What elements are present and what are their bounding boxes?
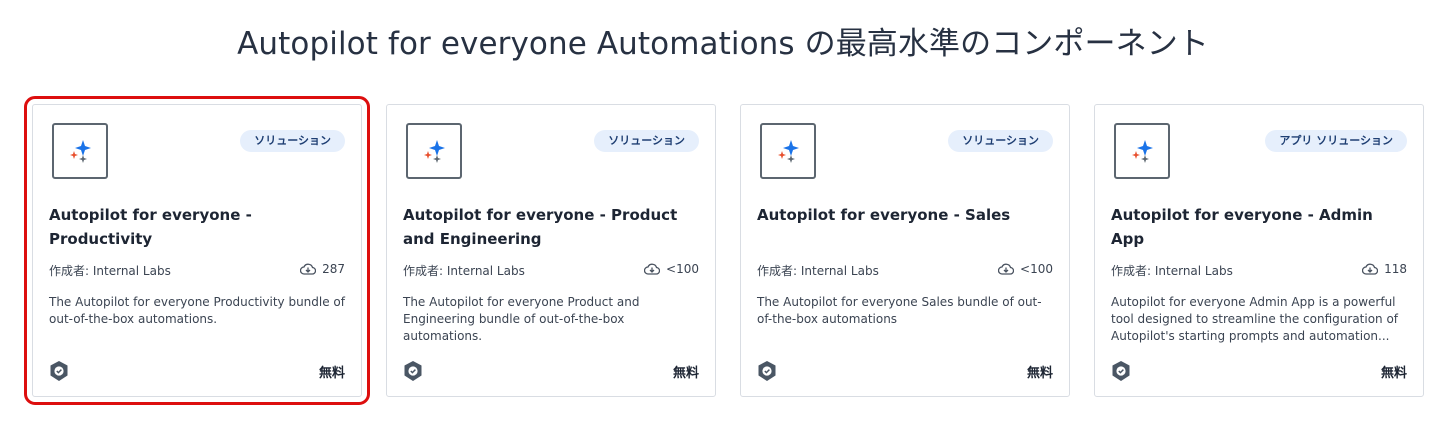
card-description: The Autopilot for everyone Product and E… bbox=[403, 295, 640, 343]
sparkle-icon bbox=[52, 123, 108, 179]
download-count: <100 bbox=[998, 262, 1053, 276]
card-title[interactable]: Autopilot for everyone - Admin App bbox=[1111, 203, 1411, 251]
category-badge: ソリューション bbox=[240, 130, 345, 152]
download-count: 287 bbox=[300, 262, 345, 276]
author-label: 作成者: Internal Labs bbox=[1111, 264, 1233, 278]
download-count: <100 bbox=[644, 262, 699, 276]
card-title[interactable]: Autopilot for everyone - Productivity bbox=[49, 203, 349, 251]
shield-check-icon bbox=[50, 361, 68, 381]
shield-check-icon bbox=[404, 361, 422, 381]
sparkle-icon bbox=[1114, 123, 1170, 179]
category-badge: アプリ ソリューション bbox=[1265, 130, 1407, 152]
cloud-download-icon bbox=[300, 263, 317, 275]
price-label: 無料 bbox=[1380, 366, 1407, 381]
sparkle-icon bbox=[406, 123, 462, 179]
card-description: The Autopilot for everyone Sales bundle … bbox=[757, 295, 1042, 326]
card-description: The Autopilot for everyone Productivity … bbox=[49, 295, 345, 326]
solution-card-admin-app[interactable]: アプリ ソリューション Autopilot for everyone - Adm… bbox=[1094, 104, 1424, 397]
solution-card-product-engineering[interactable]: ソリューション Autopilot for everyone - Product… bbox=[386, 104, 716, 397]
sparkle-icon bbox=[760, 123, 816, 179]
solution-card-productivity[interactable]: ソリューション Autopilot for everyone - Product… bbox=[24, 96, 370, 405]
author-label: 作成者: Internal Labs bbox=[403, 264, 525, 278]
card-title[interactable]: Autopilot for everyone - Product and Eng… bbox=[403, 203, 703, 251]
category-badge: ソリューション bbox=[948, 130, 1053, 152]
price-label: 無料 bbox=[318, 366, 345, 381]
cloud-download-icon bbox=[644, 263, 661, 275]
shield-check-icon bbox=[758, 361, 776, 381]
category-badge: ソリューション bbox=[594, 130, 699, 152]
cloud-download-icon bbox=[1362, 263, 1379, 275]
download-count-value: 118 bbox=[1384, 262, 1407, 276]
download-count-value: 287 bbox=[322, 262, 345, 276]
price-label: 無料 bbox=[1026, 366, 1053, 381]
price-label: 無料 bbox=[672, 366, 699, 381]
card-title[interactable]: Autopilot for everyone - Sales bbox=[757, 203, 1057, 227]
section-title: Autopilot for everyone Automations の最高水準… bbox=[237, 26, 1209, 62]
cloud-download-icon bbox=[998, 263, 1015, 275]
download-count-value: <100 bbox=[1020, 262, 1053, 276]
card-description: Autopilot for everyone Admin App is a po… bbox=[1111, 295, 1399, 343]
download-count-value: <100 bbox=[666, 262, 699, 276]
solution-card-sales[interactable]: ソリューション Autopilot for everyone - Sales 作… bbox=[740, 104, 1070, 397]
author-label: 作成者: Internal Labs bbox=[49, 264, 171, 278]
shield-check-icon bbox=[1112, 361, 1130, 381]
download-count: 118 bbox=[1362, 262, 1407, 276]
author-label: 作成者: Internal Labs bbox=[757, 264, 879, 278]
